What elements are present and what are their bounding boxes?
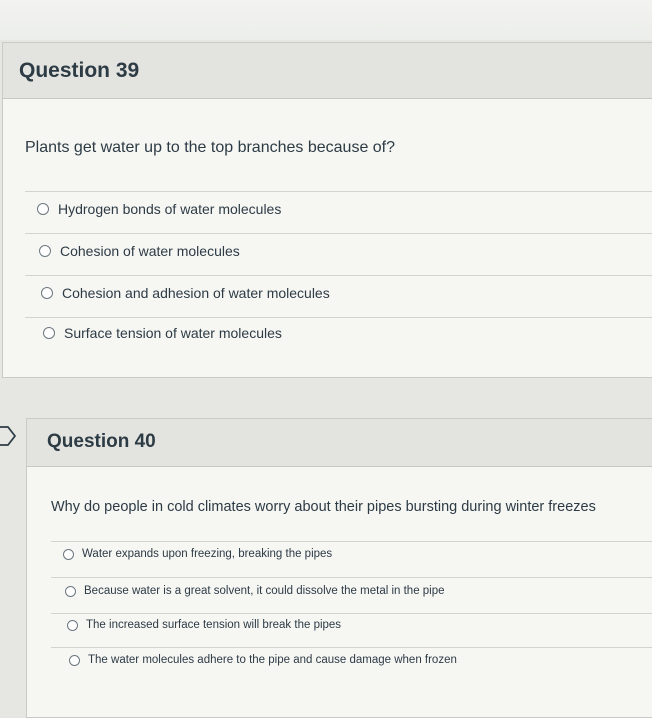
answer-option-2[interactable]: Because water is a great solvent, it cou…	[65, 585, 445, 597]
answer-label: Surface tension of water molecules	[64, 325, 282, 341]
question-39-title: Question 39	[19, 59, 140, 82]
answer-label: Cohesion and adhesion of water molecules	[62, 285, 330, 301]
radio-button[interactable]	[43, 327, 55, 339]
answer-option-3[interactable]: Cohesion and adhesion of water molecules	[41, 285, 330, 301]
answer-option-4[interactable]: The water molecules adhere to the pipe a…	[69, 654, 457, 666]
answer-label: Water expands upon freezing, breaking th…	[82, 548, 333, 560]
radio-button[interactable]	[63, 548, 74, 560]
answer-label: The increased surface tension will break…	[86, 619, 342, 631]
answer-separator	[51, 613, 652, 614]
answer-option-1[interactable]: Hydrogen bonds of water molecules	[37, 201, 281, 217]
radio-button[interactable]	[67, 619, 78, 631]
question-39-text: Plants get water up to the top branches …	[25, 139, 396, 156]
answer-label: Hydrogen bonds of water molecules	[58, 201, 282, 217]
answer-label: The water molecules adhere to the pipe a…	[88, 654, 457, 666]
radio-button[interactable]	[65, 585, 76, 597]
question-40-text: Why do people in cold climates worry abo…	[51, 499, 596, 515]
answer-option-2[interactable]: Cohesion of water molecules	[39, 243, 240, 259]
radio-button[interactable]	[37, 203, 49, 215]
bookmark-arrow-icon[interactable]	[0, 425, 18, 447]
question-40-card: Question 40 Why do people in cold climat…	[26, 418, 652, 718]
radio-button[interactable]	[69, 654, 80, 666]
question-39-header: Question 39	[3, 43, 652, 99]
question-40-title: Question 40	[47, 431, 156, 452]
answer-label: Cohesion of water molecules	[60, 243, 240, 259]
answer-label: Because water is a great solvent, it cou…	[84, 585, 445, 597]
answer-option-4[interactable]: Surface tension of water molecules	[43, 325, 282, 341]
question-39-card: Question 39 Plants get water up to the t…	[2, 42, 652, 378]
radio-button[interactable]	[39, 245, 51, 257]
screen-top-area	[0, 0, 652, 40]
answer-separator	[25, 275, 652, 276]
radio-button[interactable]	[41, 287, 53, 299]
answer-separator	[25, 191, 652, 192]
answer-option-1[interactable]: Water expands upon freezing, breaking th…	[63, 548, 332, 560]
answer-option-3[interactable]: The increased surface tension will break…	[67, 619, 341, 631]
answer-separator	[51, 577, 652, 578]
answer-separator	[25, 317, 652, 318]
answer-separator	[51, 541, 652, 542]
answer-separator	[51, 647, 652, 648]
question-40-header: Question 40	[27, 419, 652, 467]
answer-separator	[25, 233, 652, 234]
